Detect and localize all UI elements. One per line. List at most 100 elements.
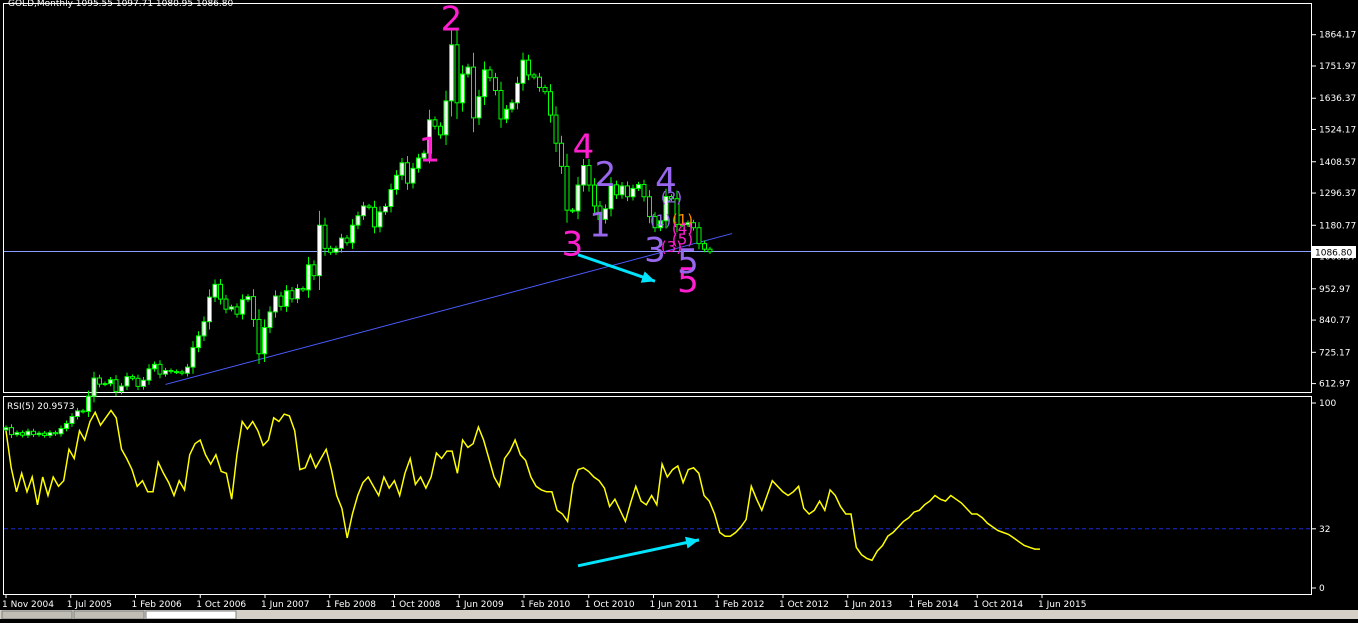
- candle-body-bear: [493, 77, 498, 92]
- candle-body-bull: [245, 296, 251, 301]
- candle-body-bull: [284, 290, 289, 307]
- candle-body-bull: [630, 187, 636, 198]
- candle-body-bear: [97, 377, 102, 385]
- candle-body-bear: [432, 119, 438, 127]
- candle-body-bull: [273, 295, 278, 313]
- candle-body-bear: [702, 243, 707, 250]
- wave-label: 3: [562, 225, 584, 265]
- time-axis-label: 1 Oct 2008: [391, 600, 441, 610]
- candle-body-bear: [278, 295, 284, 307]
- wave-label: 4: [573, 128, 595, 168]
- candle-body-bear: [256, 318, 262, 355]
- time-axis-label: 1 Jun 2009: [455, 600, 504, 610]
- time-axis-label: 1 Jun 2007: [261, 600, 309, 610]
- price-axis-label: 1296.37: [1319, 189, 1356, 199]
- candle-body-bull: [449, 44, 454, 102]
- candle-body-bear: [553, 114, 559, 144]
- candle-body-bull: [229, 306, 234, 310]
- rsi-axis-label: 32: [1319, 525, 1330, 535]
- candle-body-bull: [317, 224, 322, 277]
- price-axis-label: 1408.57: [1319, 158, 1356, 168]
- candle-body-bear: [218, 283, 223, 300]
- price-axis-label: 1751.97: [1319, 62, 1356, 72]
- chart-window: 1 2 3 4 5 1 2 3 4 5 (2) (1) (3) (1) (4) (5) 1864.17 1751…: [0, 0, 1358, 620]
- candle-body-bull: [377, 211, 383, 228]
- candle-body-bull: [64, 422, 69, 429]
- candle-body-bear: [234, 306, 240, 315]
- candle-body-bear: [53, 432, 58, 435]
- candle-body-bull: [509, 102, 515, 110]
- candle-body-bull: [383, 206, 388, 213]
- time-axis-label: 1 Feb 2014: [909, 600, 960, 610]
- candle-body-bear: [548, 91, 553, 116]
- candle-body-bear: [559, 142, 564, 167]
- candle-body-bull: [124, 376, 130, 387]
- candle-body-bear: [168, 369, 174, 373]
- candle-body-bull: [361, 205, 366, 217]
- chart-svg: 1234512345(2)(1)(3)(1)(4)(5) 1864.171751…: [0, 0, 1358, 620]
- candle-body-bear: [344, 237, 350, 244]
- candle-body-bull: [47, 432, 53, 436]
- candle-body-bull: [476, 96, 482, 119]
- candle-body-bear: [498, 90, 504, 120]
- candle-body-bull: [636, 184, 641, 189]
- candle-body-bull: [196, 335, 201, 349]
- candle-body-bull: [240, 299, 245, 315]
- candle-body-bull: [91, 377, 97, 397]
- candle-body-bull: [267, 311, 273, 329]
- candle-body-bear: [130, 376, 135, 379]
- candle-body-bull: [14, 432, 20, 436]
- rsi-axis-label: 0: [1319, 584, 1325, 594]
- candle-body-bull: [520, 59, 526, 84]
- time-axis-label: 1 Feb 2010: [520, 600, 571, 610]
- time-axis-label: 1 Feb 2008: [326, 600, 377, 610]
- candle-body-bear: [113, 379, 119, 392]
- candle-body-bull: [394, 174, 399, 191]
- candle-body-bull: [36, 432, 42, 436]
- candle-body-bull: [410, 167, 416, 184]
- candle-body-bull: [350, 224, 355, 244]
- candle-body-bear: [641, 184, 647, 198]
- candle-body-bear: [311, 264, 317, 277]
- wave-label: 1: [419, 130, 441, 170]
- candle-body-bear: [322, 224, 328, 249]
- candle-body-bull: [465, 66, 471, 75]
- candle-body-bull: [201, 321, 207, 337]
- candle-body-bull: [86, 395, 91, 412]
- chart-tab-2[interactable]: [73, 610, 145, 620]
- candle-body-bull: [25, 430, 31, 436]
- candle-body-bull: [262, 327, 267, 355]
- time-axis-label: 1 Jun 2013: [844, 600, 892, 610]
- chart-tab-active[interactable]: [145, 610, 237, 620]
- candle-body-bull: [207, 296, 212, 323]
- chart-background: [0, 0, 1358, 619]
- price-axis-label: 952.97: [1319, 285, 1351, 295]
- candle-body-bull: [388, 189, 394, 208]
- candle-body-bull: [515, 82, 520, 104]
- candle-body-bear: [80, 410, 86, 413]
- candle-body-bull: [69, 415, 75, 424]
- candle-body-bear: [174, 371, 179, 374]
- candle-body-bull: [306, 264, 311, 291]
- candle-body-bull: [58, 427, 64, 435]
- wave-label: (2): [661, 189, 682, 207]
- time-axis-label: 1 Oct 2010: [585, 600, 635, 610]
- candle-body-bull: [108, 379, 113, 385]
- candle-body-bear: [454, 44, 460, 104]
- candle-body-bull: [504, 108, 509, 120]
- candle-body-bear: [179, 371, 185, 374]
- candle-body-bull: [146, 368, 152, 381]
- candle-body-bear: [157, 363, 163, 375]
- candle-body-bear: [542, 86, 548, 93]
- price-axis-label: 1864.17: [1319, 31, 1356, 41]
- candle-body-bear: [300, 288, 306, 291]
- candle-body-bear: [537, 76, 542, 88]
- time-axis-label: 1 Oct 2006: [196, 600, 246, 610]
- candle-body-bear: [570, 209, 575, 212]
- price-axis-label: 1636.37: [1319, 94, 1356, 104]
- candle-body-bull: [3, 427, 9, 431]
- wave-label: 2: [595, 155, 617, 195]
- candle-body-bull: [295, 288, 300, 300]
- candle-body-bear: [707, 248, 713, 253]
- chart-tab-1[interactable]: [1, 610, 73, 620]
